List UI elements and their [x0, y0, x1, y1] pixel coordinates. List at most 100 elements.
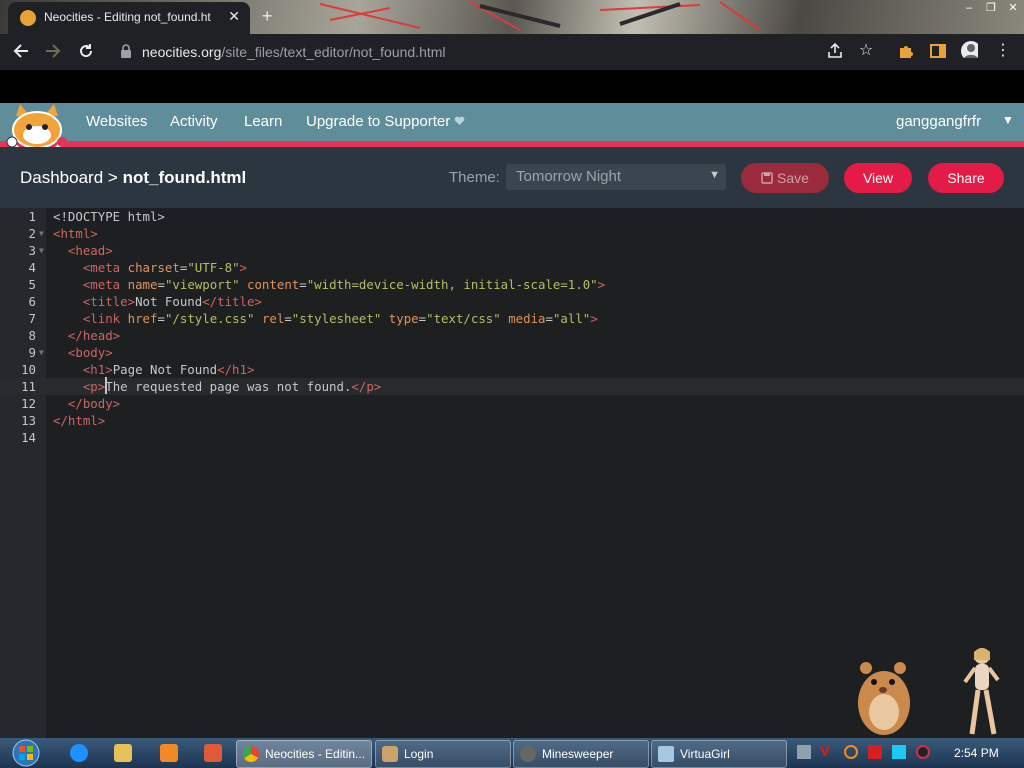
tray-v-icon[interactable]: V	[820, 744, 834, 759]
breadcrumb-dashboard[interactable]: Dashboard	[20, 168, 103, 187]
line-number: 11	[21, 379, 36, 394]
url-text[interactable]: neocities.org/site_files/text_editor/not…	[142, 44, 446, 60]
nav-learn[interactable]: Learn	[244, 113, 282, 130]
line-number: 1	[28, 209, 36, 224]
code-text: <meta name="viewport" content="width=dev…	[82, 277, 606, 292]
line-number: 3	[28, 243, 36, 258]
address-bar[interactable]: neocities.org/site_files/text_editor/not…	[110, 38, 880, 66]
fold-arrow-icon[interactable]: ▼	[39, 225, 44, 242]
code-line[interactable]: 1 <!DOCTYPE html>	[0, 208, 1024, 225]
code-text: </html>	[53, 413, 106, 428]
lock-icon	[121, 44, 131, 58]
line-number: 5	[28, 277, 36, 292]
breadcrumb-filename: not_found.html	[122, 168, 247, 187]
window-controls: – ❐ ✕	[958, 0, 1024, 18]
line-number: 4	[28, 260, 36, 275]
taskbar-item-neocities[interactable]: Neocities - Editin...	[236, 740, 372, 768]
page-top-spacer	[0, 70, 1024, 103]
code-line[interactable]: 10 <h1>Page Not Found</h1>	[0, 361, 1024, 378]
minesweeper-mine-icon	[520, 746, 536, 762]
code-text: <link href="/style.css" rel="stylesheet"…	[82, 311, 598, 326]
code-line-active[interactable]: 11 <p>The requested page was not found.<…	[0, 378, 1024, 395]
tray-flag-icon[interactable]	[868, 745, 882, 759]
code-line[interactable]: 13 </html>	[0, 412, 1024, 429]
close-window-icon[interactable]: ✕	[1002, 0, 1024, 16]
line-number: 9	[28, 345, 36, 360]
dancing-figure-desktop-pet-icon	[963, 648, 1000, 735]
code-text: </body>	[67, 396, 121, 411]
code-line[interactable]: 6 <title>Not Found</title>	[0, 293, 1024, 310]
internet-explorer-icon[interactable]	[70, 744, 88, 762]
line-number: 12	[21, 396, 36, 411]
line-number: 10	[21, 362, 36, 377]
virtuagirl-window-icon	[658, 746, 674, 762]
taskbar-clock[interactable]: 2:54 PM	[954, 746, 999, 760]
line-number: 14	[21, 430, 36, 445]
line-number: 13	[21, 413, 36, 428]
code-text: <!DOCTYPE html>	[53, 209, 165, 224]
reload-icon[interactable]	[77, 42, 95, 60]
browser-tab[interactable]: Neocities - Editing not_found.ht ✕	[8, 2, 250, 34]
code-line[interactable]: 8 </head>	[0, 327, 1024, 344]
chrome-icon	[243, 746, 259, 762]
username-menu[interactable]: ganggangfrfr	[896, 113, 981, 130]
save-button-label: Save	[776, 170, 809, 186]
tray-volume-icon[interactable]	[916, 745, 930, 759]
minimize-icon[interactable]: –	[958, 0, 980, 16]
code-line[interactable]: 4 <meta charset="UTF-8">	[0, 259, 1024, 276]
user-menu-chevron-down-icon[interactable]: ▼	[1002, 113, 1014, 127]
view-button[interactable]: View	[844, 163, 912, 193]
line-number: 2	[28, 226, 36, 241]
new-tab-icon[interactable]: +	[262, 6, 273, 27]
taskbar-item-virtuagirl[interactable]: VirtuaGirl	[651, 740, 787, 768]
code-line[interactable]: 12 </body>	[0, 395, 1024, 412]
tray-search-icon[interactable]	[844, 745, 858, 759]
url-path: /site_files/text_editor/not_found.html	[221, 44, 446, 60]
start-button-windows-logo-icon[interactable]	[8, 738, 44, 768]
tab-close-icon[interactable]: ✕	[228, 8, 240, 25]
share-button[interactable]: Share	[928, 163, 1004, 193]
code-line[interactable]: 2 ▼ <html>	[0, 225, 1024, 242]
restore-icon[interactable]: ❐	[980, 0, 1002, 16]
code-line[interactable]: 3 ▼ <head>	[0, 242, 1024, 259]
taskbar-item-label: Minesweeper	[542, 747, 614, 761]
nav-websites[interactable]: Websites	[86, 113, 147, 130]
code-text: <meta charset="UTF-8">	[82, 260, 247, 275]
taskbar-item-login[interactable]: Login	[375, 740, 511, 768]
code-line[interactable]: 14	[0, 429, 1024, 446]
forward-icon[interactable]	[44, 42, 62, 60]
extensions-puzzle-icon[interactable]	[897, 42, 915, 60]
floppy-disk-icon	[761, 172, 773, 184]
breadcrumb-separator: >	[107, 168, 118, 187]
code-text: <h1>Page Not Found</h1>	[82, 362, 255, 377]
fold-arrow-icon[interactable]: ▼	[39, 344, 44, 361]
media-player-icon[interactable]	[160, 744, 178, 762]
nav-upgrade-to-supporter[interactable]: Upgrade to Supporter	[306, 113, 465, 130]
nav-activity[interactable]: Activity	[170, 113, 218, 130]
code-text: </head>	[67, 328, 121, 343]
tray-app-icon[interactable]	[797, 745, 811, 759]
side-panel-icon[interactable]	[929, 42, 947, 60]
browser-menu-icon[interactable]: ⋮	[994, 42, 1012, 60]
fold-arrow-icon[interactable]: ▼	[39, 242, 44, 259]
tray-display-icon[interactable]	[892, 745, 906, 759]
neocities-favicon-icon	[20, 10, 36, 26]
code-line[interactable]: 5 <meta name="viewport" content="width=d…	[0, 276, 1024, 293]
code-line[interactable]: 9 ▼ <body>	[0, 344, 1024, 361]
supporter-heart-icon	[455, 116, 465, 125]
tab-title: Neocities - Editing not_found.ht	[44, 10, 211, 24]
line-number: 7	[28, 311, 36, 326]
profile-avatar-icon[interactable]	[960, 40, 978, 58]
code-line[interactable]: 7 <link href="/style.css" rel="styleshee…	[0, 310, 1024, 327]
back-icon[interactable]	[12, 42, 30, 60]
nav-upgrade-label: Upgrade to Supporter	[306, 113, 451, 130]
code-text: <html>	[53, 226, 98, 241]
save-button[interactable]: Save	[741, 163, 829, 193]
bookmark-star-icon[interactable]: ☆	[857, 42, 875, 60]
taskbar-item-minesweeper[interactable]: Minesweeper	[513, 740, 649, 768]
paint-app-icon[interactable]	[204, 744, 222, 762]
share-page-icon[interactable]	[826, 42, 844, 60]
code-text: <body>	[67, 345, 113, 360]
file-explorer-folder-icon[interactable]	[114, 744, 132, 762]
theme-select[interactable]: Tomorrow Night ▼	[506, 164, 726, 190]
